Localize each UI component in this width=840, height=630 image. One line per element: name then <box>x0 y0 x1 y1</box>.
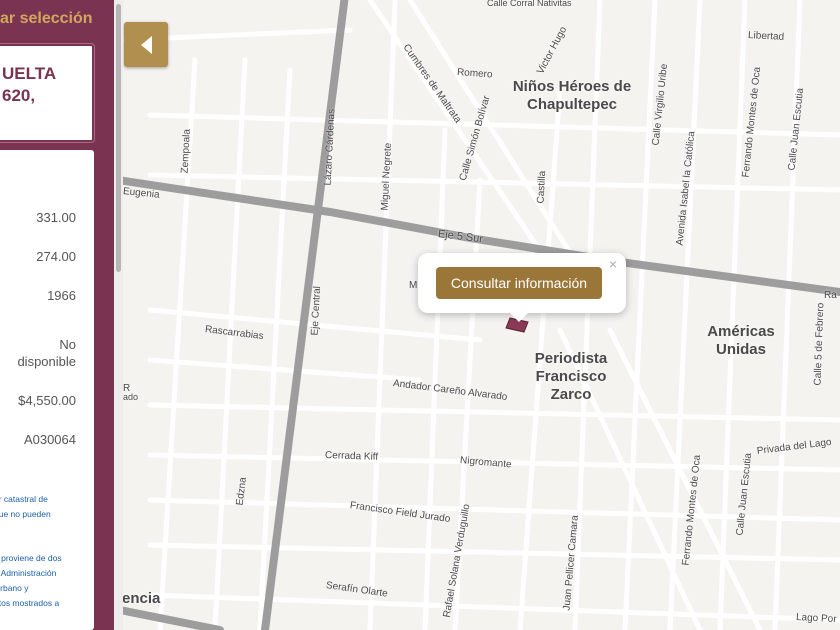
neighborhood-label: Periodista Francisco Zarco <box>534 350 608 403</box>
street-label: Zempoala <box>179 128 193 174</box>
street-label: Calle Corral Nativitas <box>487 0 572 8</box>
street-label: Castilla <box>535 170 549 204</box>
street-label: Lago Por <box>795 612 837 626</box>
street-label: Libertad <box>747 30 785 43</box>
map-canvas[interactable] <box>0 0 840 630</box>
price-value: $4,550.00 <box>18 393 76 408</box>
collapse-panel-button[interactable] <box>124 22 168 67</box>
map-place-label: encia <box>122 590 161 607</box>
status-value: No <box>59 337 76 352</box>
note-text: or catastral de <box>0 494 48 504</box>
account-value: A030064 <box>23 432 76 447</box>
construction-value: 274.00 <box>36 249 76 264</box>
street-label: ado <box>123 392 139 402</box>
address-card: UELTA 620, <box>0 44 94 142</box>
map-popup: × Consultar información <box>418 253 626 322</box>
note-text: e Administración <box>0 568 57 578</box>
street-label: Ra <box>824 290 837 301</box>
note-text: que no pueden <box>0 509 51 519</box>
surface-value: 331.00 <box>36 210 76 225</box>
consult-info-button[interactable]: Consultar información <box>436 267 602 299</box>
note-text: atos mostrados a <box>0 598 60 608</box>
status-value: disponible <box>17 354 76 369</box>
address-line: 620, <box>2 86 36 105</box>
street-label: M <box>409 280 418 291</box>
note-text: a proviene de dos <box>0 553 62 563</box>
note-text: Urbano y <box>0 583 29 593</box>
scrollbar-thumb[interactable] <box>116 4 121 272</box>
year-value: 1966 <box>47 288 76 303</box>
address-line: UELTA <box>2 64 57 83</box>
neighborhood-label: Niños Héroes de Chapultepec <box>512 78 632 113</box>
street-label: Cerrada Kiff <box>324 450 379 463</box>
property-info-card: 331.00 274.00 1966 No disponible $4,550.… <box>0 150 94 630</box>
close-icon[interactable]: × <box>609 256 617 272</box>
neighborhood-label: Américas Unidas <box>707 323 775 358</box>
chevron-left-icon <box>141 36 152 54</box>
sidebar-title: ar selección <box>0 10 93 27</box>
sidebar-panel: ar selección UELTA 620, 331.00 274.00 19… <box>0 0 114 630</box>
